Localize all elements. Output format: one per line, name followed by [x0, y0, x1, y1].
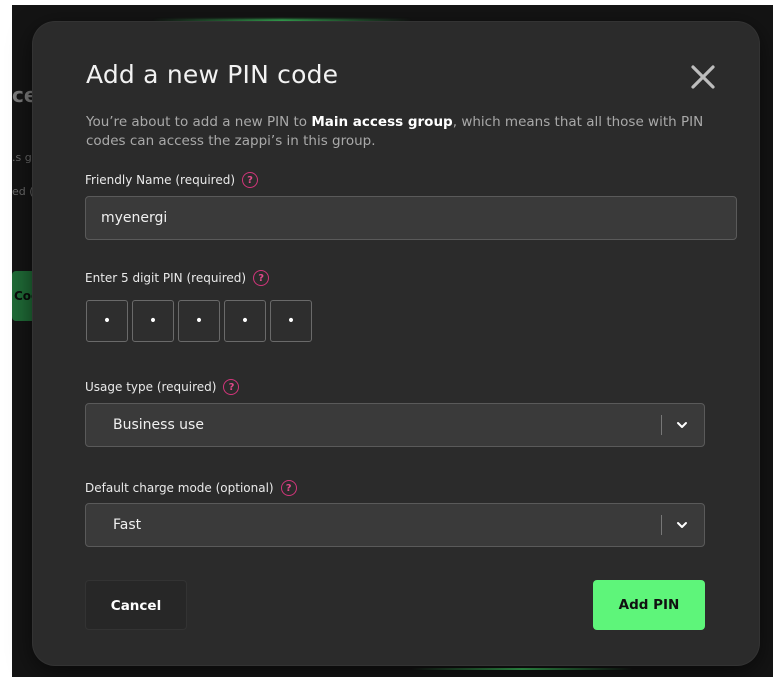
- group-name: Main access group: [311, 114, 453, 130]
- help-icon[interactable]: ?: [253, 270, 270, 286]
- charge-mode-selected-value: Fast: [113, 517, 142, 533]
- add-pin-modal: Add a new PIN code You’re about to add a…: [33, 22, 759, 665]
- select-divider: [661, 415, 662, 435]
- pin-digit-1[interactable]: •: [86, 300, 128, 342]
- pin-digit-3[interactable]: •: [178, 300, 220, 342]
- select-divider: [661, 515, 662, 535]
- pin-digit-4[interactable]: •: [224, 300, 266, 342]
- friendly-name-label: Friendly Name (required) ?: [85, 172, 259, 188]
- usage-type-label-text: Usage type (required): [85, 380, 217, 394]
- charge-mode-select[interactable]: Fast: [85, 503, 705, 547]
- modal-title: Add a new PIN code: [86, 60, 339, 89]
- charge-mode-label: Default charge mode (optional) ?: [85, 480, 297, 496]
- pin-label-text: Enter 5 digit PIN (required): [85, 271, 247, 285]
- usage-type-selected-value: Business use: [113, 417, 204, 433]
- background-text: ed (: [12, 185, 34, 198]
- modal-description: You’re about to add a new PIN to Main ac…: [86, 113, 716, 151]
- pin-digit-2[interactable]: •: [132, 300, 174, 342]
- chevron-down-icon[interactable]: [675, 418, 689, 432]
- friendly-name-input[interactable]: [85, 196, 737, 240]
- close-button[interactable]: [688, 62, 718, 92]
- help-icon[interactable]: ?: [242, 172, 259, 188]
- description-prefix: You’re about to add a new PIN to: [86, 114, 312, 130]
- bottom-glow-accent: [412, 668, 632, 670]
- close-icon: [691, 65, 715, 89]
- help-icon[interactable]: ?: [280, 480, 297, 496]
- usage-type-select[interactable]: Business use: [85, 403, 705, 447]
- pin-label: Enter 5 digit PIN (required) ?: [85, 270, 270, 286]
- help-icon[interactable]: ?: [223, 379, 240, 395]
- chevron-down-icon[interactable]: [675, 518, 689, 532]
- usage-type-label: Usage type (required) ?: [85, 379, 240, 395]
- add-pin-button[interactable]: Add PIN: [593, 580, 705, 630]
- cancel-button[interactable]: Cancel: [85, 580, 187, 630]
- charge-mode-label-text: Default charge mode (optional): [85, 481, 274, 495]
- pin-input-group: • • • • •: [86, 300, 312, 342]
- pin-digit-5[interactable]: •: [270, 300, 312, 342]
- friendly-name-label-text: Friendly Name (required): [85, 173, 236, 187]
